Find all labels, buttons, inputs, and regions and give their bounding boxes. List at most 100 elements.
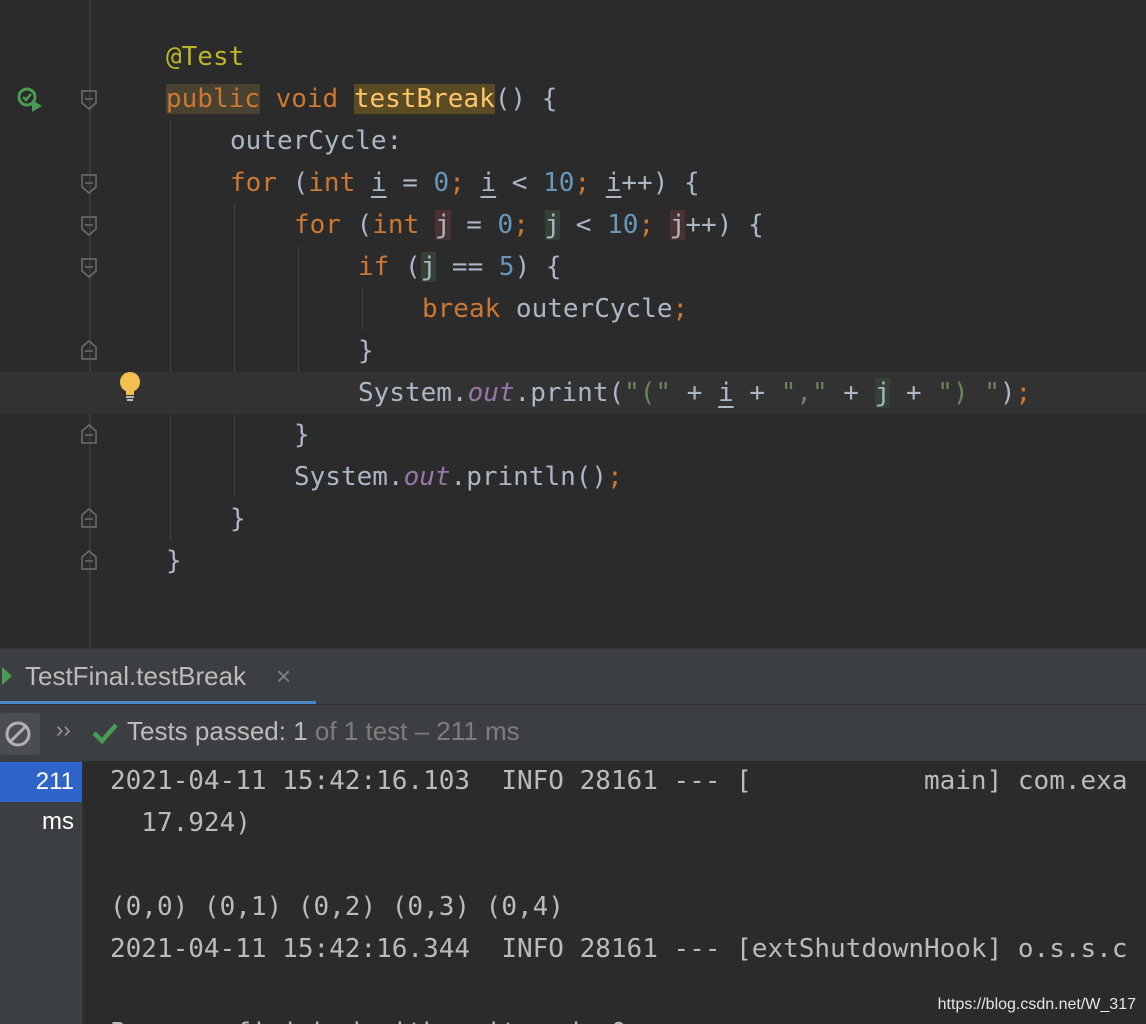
- operator: ==: [436, 252, 499, 282]
- code-line: }: [0, 540, 1146, 582]
- string: "(": [624, 378, 672, 408]
- punct: ) {: [514, 252, 562, 282]
- console-output[interactable]: 2021-04-11 15:42:16.103 INFO 28161 --- […: [110, 760, 1146, 1024]
- keyword: int: [372, 210, 420, 240]
- console-line: 17.924): [110, 808, 251, 838]
- class-ref: System.: [294, 462, 404, 492]
- code-line: }: [0, 414, 1146, 456]
- code-editor[interactable]: @Test public void testBreak() { outerCyc…: [0, 0, 1146, 648]
- close-icon[interactable]: ×: [276, 661, 291, 692]
- test-duration-item[interactable]: 211 ms: [0, 762, 82, 835]
- test-status: Tests passed: 1 of 1 test – 211 ms: [127, 716, 520, 747]
- variable: j: [874, 378, 891, 408]
- stop-icon: [5, 721, 31, 747]
- number: 5: [498, 252, 515, 282]
- code-line: @Test: [0, 36, 1146, 78]
- semicolon: ;: [513, 210, 529, 240]
- annotation: @Test: [166, 42, 245, 72]
- console-line: Process finished with exit code 0: [110, 1012, 627, 1024]
- method-call: .print(: [514, 378, 625, 408]
- code-line: }: [0, 330, 1146, 372]
- brace: }: [358, 336, 374, 366]
- brace: }: [294, 420, 310, 450]
- console-line: 2021-04-11 15:42:16.344 INFO 28161 --- […: [110, 934, 1128, 964]
- number: 0: [497, 210, 514, 240]
- variable: j: [669, 210, 686, 240]
- console-line: (0,0) (0,1) (0,2) (0,3) (0,4): [110, 892, 564, 922]
- brace: }: [166, 546, 182, 576]
- test-tree: 211 ms: [0, 760, 83, 1024]
- variable: i: [480, 168, 497, 198]
- code-line-current: System.out.print("(" + i + "," + j + ") …: [0, 372, 1146, 414]
- operator: +: [890, 378, 938, 408]
- code-line: System.out.println();: [0, 456, 1146, 498]
- variable: i: [605, 168, 622, 198]
- keyword: int: [308, 168, 356, 198]
- console-line: 2021-04-11 15:42:16.103 INFO 28161 --- […: [110, 766, 1128, 796]
- tab-testbreak[interactable]: TestFinal.testBreak ×: [0, 649, 316, 705]
- punct: () {: [494, 84, 558, 114]
- run-triangle-icon: [2, 667, 12, 685]
- code-line: public void testBreak() {: [0, 78, 1146, 120]
- operator: =: [450, 210, 498, 240]
- operator: <: [560, 210, 608, 240]
- code-line: }: [0, 498, 1146, 540]
- run-tab-bar: TestFinal.testBreak ×: [0, 648, 1146, 705]
- tab-label: TestFinal.testBreak: [25, 661, 247, 691]
- code-line: for (int i = 0; i < 10; i++) {: [0, 162, 1146, 204]
- class-ref: System.: [358, 378, 468, 408]
- static-field: out: [403, 462, 451, 492]
- semicolon: ;: [449, 168, 465, 198]
- number: 10: [607, 210, 639, 240]
- operator: <: [496, 168, 544, 198]
- semicolon: ;: [672, 294, 689, 324]
- lightbulb-icon[interactable]: [118, 371, 144, 403]
- code-line: break outerCycle;: [0, 288, 1146, 330]
- variable: j: [544, 210, 561, 240]
- semicolon: ;: [574, 168, 591, 198]
- variable: i: [370, 168, 387, 198]
- method-call: .println(): [450, 462, 608, 492]
- semicolon: ;: [638, 210, 655, 240]
- variable: i: [718, 378, 734, 408]
- semicolon: ;: [1015, 378, 1032, 408]
- punct: ++) {: [621, 168, 700, 198]
- semicolon: ;: [607, 462, 623, 492]
- keyword: if: [358, 252, 390, 282]
- brace: }: [230, 504, 246, 534]
- punct: ++) {: [685, 210, 764, 240]
- number: 0: [433, 168, 450, 198]
- check-icon: [92, 723, 118, 745]
- code-line: if (j == 5) {: [0, 246, 1146, 288]
- variable: j: [434, 210, 451, 240]
- punct: (: [340, 210, 373, 240]
- stop-button[interactable]: [0, 713, 40, 755]
- string: ",": [780, 378, 828, 408]
- code-line: outerCycle:: [0, 120, 1146, 162]
- keyword: break: [422, 294, 501, 324]
- label: outerCycle: [500, 294, 673, 324]
- keyword: public: [166, 84, 260, 114]
- method-name: testBreak: [353, 84, 495, 114]
- variable: j: [420, 252, 437, 282]
- keyword: for: [230, 168, 277, 198]
- operator: +: [827, 378, 875, 408]
- punct: ): [999, 378, 1016, 408]
- static-field: out: [467, 378, 515, 408]
- number: 10: [543, 168, 575, 198]
- operator: +: [671, 378, 719, 408]
- run-toolbar: ›› Tests passed: 1 of 1 test – 211 ms: [0, 704, 1146, 761]
- run-panel: TestFinal.testBreak × ›› Tests passed: 1…: [0, 648, 1146, 1024]
- punct: (: [389, 252, 421, 282]
- status-detail: of 1 test – 211 ms: [307, 716, 520, 746]
- watermark: https://blog.csdn.net/W_317: [937, 996, 1136, 1014]
- string: ") ": [937, 378, 1000, 408]
- more-actions-button[interactable]: ››: [56, 717, 71, 743]
- punct: (: [276, 168, 309, 198]
